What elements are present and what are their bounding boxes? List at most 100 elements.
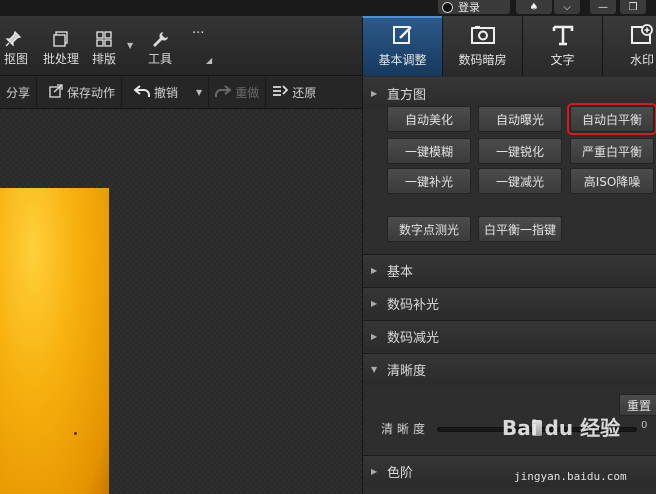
undo-dropdown-icon[interactable]: ▼	[196, 88, 202, 97]
section-basic-label: 基本	[387, 265, 414, 280]
auto-beautify-label: 自动美化	[404, 112, 453, 127]
auto-white-balance-button[interactable]: 自动白平衡	[567, 103, 656, 135]
more-caret-icon[interactable]: ◢	[206, 56, 212, 65]
one-click-sharpen-label: 一键锐化	[495, 144, 544, 159]
baidu-jingyan-watermark: Bai du 经验	[502, 412, 620, 441]
batch-label: 批处理	[43, 52, 80, 66]
auto-white-balance-label: 自动白平衡	[581, 112, 642, 127]
menu-dropdown-button[interactable]: ⌵	[554, 0, 580, 14]
login-button[interactable]: 登录	[438, 0, 510, 14]
expand-arrow-icon: ▶	[371, 299, 378, 308]
tab-watermark[interactable]: 水印	[602, 16, 656, 76]
severe-white-balance-button[interactable]: 严重白平衡	[570, 138, 654, 164]
restore-lines-icon	[272, 84, 289, 102]
section-sharpness[interactable]: ▼ 清晰度	[363, 353, 656, 385]
expand-arrow-icon: ▶	[371, 332, 378, 341]
share-button[interactable]: 分享	[0, 76, 38, 109]
add-watermark-icon	[630, 23, 654, 51]
sharpness-reset-label: 重置	[626, 398, 651, 413]
batch-tool-button[interactable]: 批处理	[43, 28, 79, 67]
collapse-arrow-icon: ▼	[371, 365, 378, 374]
sharpness-value: 0	[641, 420, 648, 431]
section-digital-fill-light-label: 数码补光	[387, 298, 440, 313]
redo-button[interactable]: 重做	[209, 76, 267, 109]
auto-beautify-button[interactable]: 自动美化	[387, 106, 471, 132]
share-label: 分享	[6, 86, 31, 100]
expand-arrow-icon: ▶	[371, 467, 378, 476]
one-click-fill-light-label: 一键补光	[404, 174, 453, 189]
tab-darkroom[interactable]: 数码暗房	[442, 16, 522, 76]
tab-watermark-label: 水印	[629, 53, 654, 67]
text-icon	[551, 23, 575, 51]
minimize-button[interactable]: —	[590, 0, 616, 14]
tools-tool-button[interactable]: 工具	[148, 28, 172, 67]
layout-tool-button[interactable]: 排版	[92, 28, 116, 67]
tab-text[interactable]: 文字	[522, 16, 602, 76]
restore-label: 还原	[292, 86, 317, 100]
one-click-reduce-light-button[interactable]: 一键减光	[478, 168, 562, 194]
one-click-blur-button[interactable]: 一键模糊	[387, 138, 471, 164]
section-levels-label: 色阶	[387, 466, 414, 481]
layout-label: 排版	[92, 52, 117, 66]
user-icon	[442, 1, 453, 13]
restore-icon: ❐	[628, 1, 638, 13]
more-icon[interactable]: ···	[192, 26, 204, 41]
white-balance-pick-button[interactable]: 白平衡一指键	[478, 216, 562, 242]
one-click-reduce-light-label: 一键减光	[495, 174, 544, 189]
section-sharpness-label: 清晰度	[387, 364, 427, 379]
section-histogram[interactable]: ▶ 直方图	[363, 77, 656, 109]
grid-icon	[95, 28, 113, 50]
redo-label: 重做	[235, 86, 260, 100]
watermark-brand: Bai du 经验	[502, 416, 621, 440]
undo-icon	[133, 84, 151, 102]
title-bar: 登录 ♠ ⌵ — ❐	[0, 0, 656, 16]
save-action-icon	[49, 83, 63, 102]
one-click-sharpen-button[interactable]: 一键锐化	[478, 138, 562, 164]
cutout-label-wrap: 抠图	[4, 50, 28, 67]
skin-button[interactable]: ♠	[516, 0, 552, 14]
save-action-button[interactable]: 保存动作	[37, 76, 123, 109]
tab-text-label: 文字	[550, 53, 575, 67]
digital-spot-metering-button[interactable]: 数字点测光	[387, 216, 471, 242]
undo-button[interactable]: 撤销 ▼	[122, 76, 210, 109]
watermark-url: jingyan.baidu.com	[514, 470, 627, 483]
cutout-tool-button[interactable]	[4, 28, 22, 50]
cutout-label: 抠图	[4, 52, 29, 66]
pin-icon	[4, 28, 22, 50]
high-iso-denoise-button[interactable]: 高ISO降噪	[570, 168, 654, 194]
severe-white-balance-label: 严重白平衡	[581, 144, 642, 159]
section-basic[interactable]: ▶ 基本	[363, 254, 656, 286]
layout-caret-icon[interactable]: ▼	[127, 41, 133, 50]
section-digital-reduce-light[interactable]: ▶ 数码减光	[363, 320, 656, 352]
clubs-icon: ♠	[529, 1, 539, 13]
chevron-down-icon: ⌵	[563, 1, 571, 13]
undo-label: 撤销	[154, 86, 179, 100]
expand-arrow-icon: ▶	[371, 88, 378, 98]
one-click-fill-light-button[interactable]: 一键补光	[387, 168, 471, 194]
sharpness-reset-button[interactable]: 重置	[619, 394, 656, 416]
tab-darkroom-label: 数码暗房	[458, 53, 507, 67]
photo-preview	[0, 188, 109, 494]
restore-button[interactable]: ❐	[620, 0, 646, 14]
tab-basic-adjust[interactable]: 基本调整	[362, 16, 442, 76]
function-tabs: 基本调整 数码暗房 文字 水印	[362, 16, 656, 76]
high-iso-denoise-label: 高ISO降噪	[583, 174, 641, 189]
sharpness-slider-label: 清晰度	[381, 422, 430, 436]
save-action-label: 保存动作	[67, 86, 116, 100]
camera-icon	[470, 23, 496, 51]
edit-icon	[391, 23, 415, 51]
minimize-icon: —	[598, 1, 608, 13]
edit-bar: 分享 保存动作 撤销 ▼ 重做 还原	[0, 76, 362, 109]
digital-spot-metering-label: 数字点测光	[398, 222, 459, 237]
redo-icon	[215, 84, 232, 102]
expand-arrow-icon: ▶	[371, 266, 378, 275]
restore-button[interactable]: 还原	[266, 77, 322, 109]
auto-exposure-button[interactable]: 自动曝光	[478, 106, 562, 132]
login-label: 登录	[458, 1, 480, 14]
image-canvas[interactable]	[0, 110, 362, 494]
white-balance-pick-label: 白平衡一指键	[483, 222, 556, 237]
photo-detail	[74, 432, 77, 435]
section-histogram-label: 直方图	[387, 87, 427, 103]
section-digital-fill-light[interactable]: ▶ 数码补光	[363, 287, 656, 319]
section-digital-reduce-light-label: 数码减光	[387, 331, 440, 346]
